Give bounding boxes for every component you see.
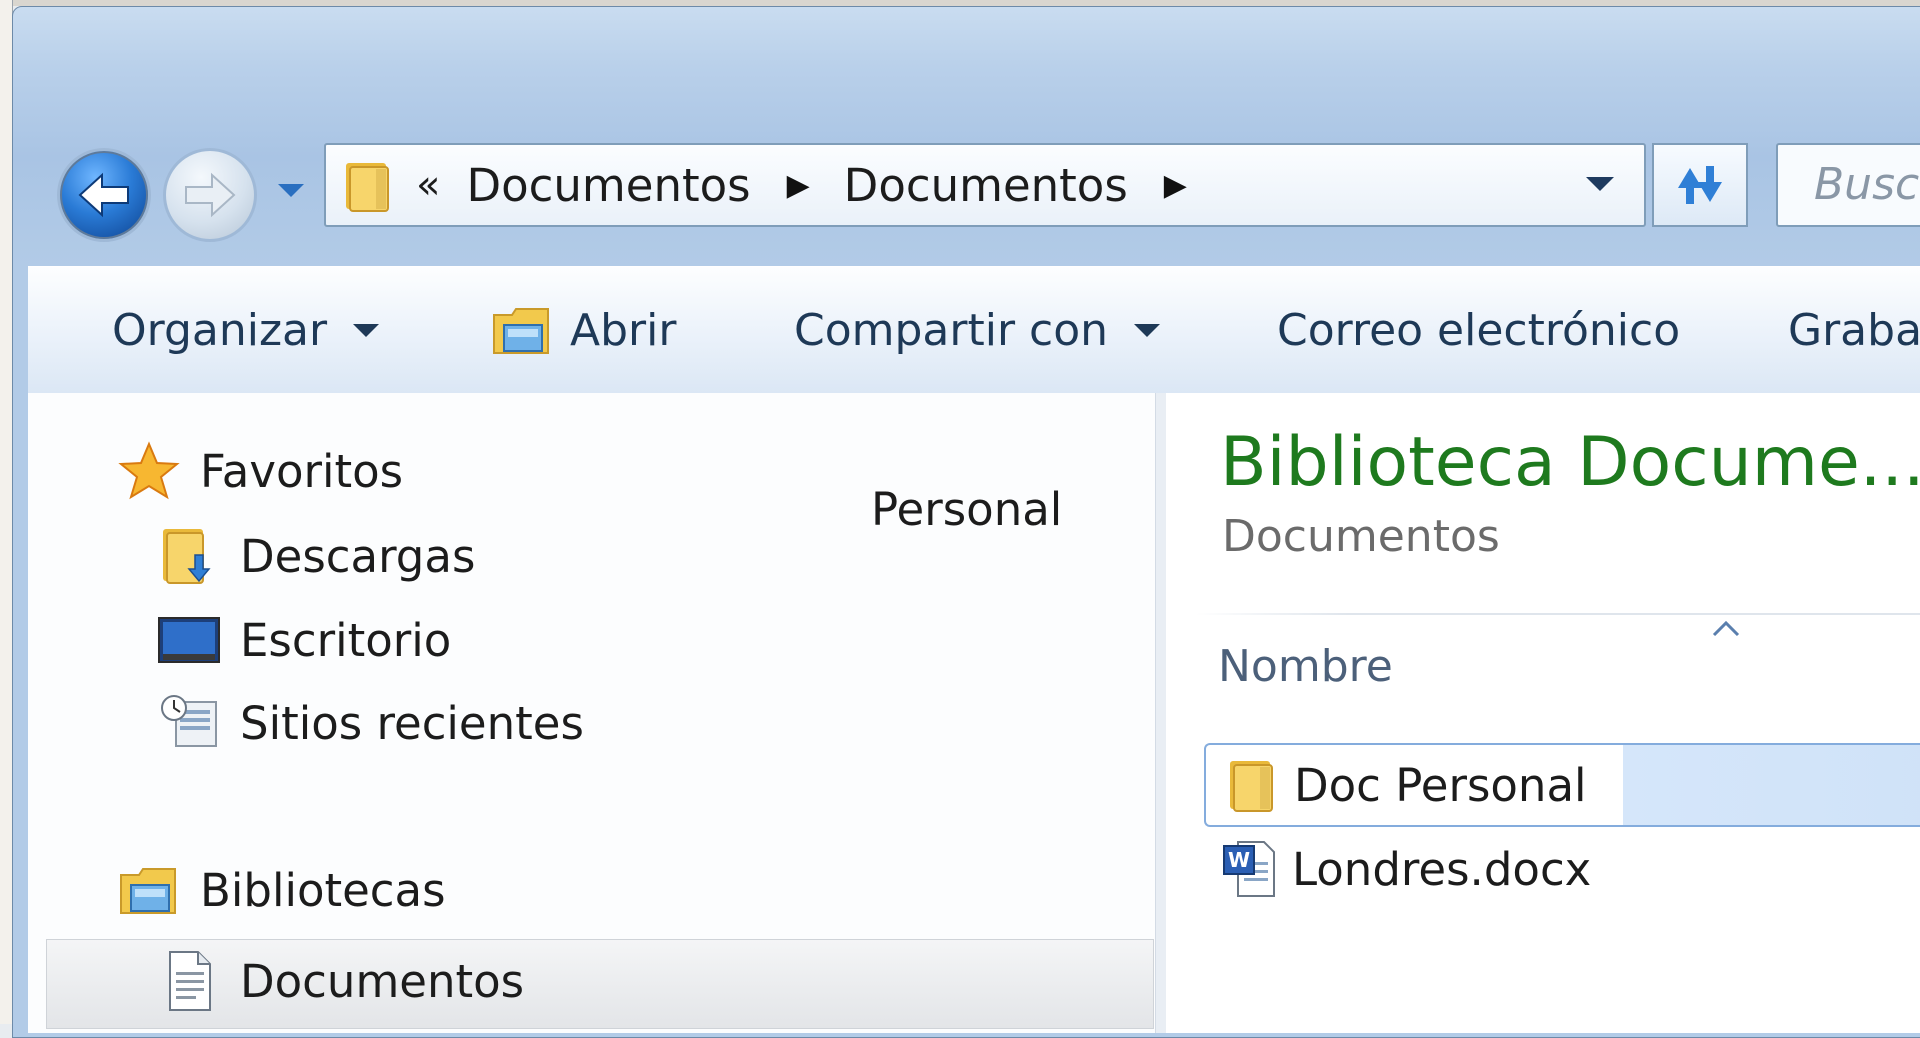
share-with-label: Compartir con <box>794 304 1109 356</box>
floating-label-personal: Personal <box>871 483 1063 536</box>
file-row-londres[interactable]: W Londres.docx <box>1204 827 1920 911</box>
sidebar-item-libraries[interactable]: Bibliotecas <box>116 857 446 923</box>
content-pane: Biblioteca Docume... Documentos Nombre D… <box>1166 393 1920 1033</box>
email-label: Correo electrónico <box>1277 304 1681 356</box>
breadcrumb-overflow[interactable]: « <box>416 162 441 208</box>
sidebar-item-documents[interactable]: Documentos <box>156 948 524 1014</box>
sidebar-item-label: Escritorio <box>240 613 452 667</box>
sidebar-item-label: Sitios recientes <box>240 696 584 750</box>
refresh-icon <box>1678 166 1722 204</box>
back-arrow-icon <box>78 172 129 218</box>
file-name: Doc Personal <box>1294 758 1587 812</box>
header-divider <box>1196 613 1920 615</box>
recent-places-icon <box>156 690 222 756</box>
share-with-button[interactable]: Compartir con <box>794 267 1161 393</box>
search-placeholder: Busca <box>1814 159 1920 210</box>
library-title: Biblioteca Docume... <box>1220 423 1920 502</box>
recent-pages-dropdown[interactable] <box>274 174 308 208</box>
sidebar-item-desktop[interactable]: Escritorio <box>156 607 451 673</box>
organize-button[interactable]: Organizar <box>112 267 380 393</box>
chevron-down-icon <box>278 184 304 197</box>
pane-splitter[interactable] <box>1155 393 1166 1033</box>
folder-icon <box>1220 753 1284 817</box>
sidebar-item-label: Descargas <box>240 529 476 583</box>
sort-ascending-icon <box>1712 620 1740 641</box>
search-input[interactable]: Busca <box>1776 143 1920 227</box>
burn-label: Grabar <box>1788 304 1920 356</box>
sidebar-item-downloads[interactable]: Descargas <box>156 523 475 589</box>
desktop-icon <box>156 607 222 673</box>
sidebar-item-label: Documentos <box>240 954 525 1008</box>
library-subtitle: Documentos <box>1222 511 1500 562</box>
forward-arrow-icon <box>185 172 236 218</box>
breadcrumb-item-documentos-1[interactable]: Documentos <box>466 159 750 212</box>
chevron-down-icon <box>1134 323 1161 337</box>
sidebar-item-label: Favoritos <box>200 444 404 498</box>
email-button[interactable]: Correo electrónico <box>1277 267 1680 393</box>
forward-button[interactable] <box>163 148 257 242</box>
downloads-folder-icon <box>156 523 222 589</box>
address-bar[interactable]: « Documentos ▶ Documentos ▶ <box>324 143 1646 227</box>
address-dropdown-icon[interactable] <box>1584 175 1616 197</box>
word-document-icon: W <box>1218 837 1282 901</box>
burn-button[interactable]: Grabar <box>1788 267 1920 393</box>
file-row-doc-personal[interactable]: Doc Personal <box>1204 743 1920 827</box>
file-name: Londres.docx <box>1292 842 1592 896</box>
sidebar-item-favorites[interactable]: Favoritos <box>116 438 403 504</box>
chevron-down-icon <box>353 323 380 337</box>
document-library-icon <box>156 948 222 1014</box>
command-toolbar: Organizar Abrir Compartir con Correo ele… <box>28 266 1920 394</box>
back-button[interactable] <box>57 148 151 242</box>
refresh-button[interactable] <box>1652 143 1748 227</box>
breadcrumb-separator-icon[interactable]: ▶ <box>787 168 810 203</box>
svg-text:W: W <box>1228 848 1250 872</box>
navigation-pane: Personal Favoritos Descargas Escritorio <box>28 393 1155 1033</box>
open-button[interactable]: Abrir <box>490 267 676 393</box>
libraries-icon <box>116 857 182 923</box>
sidebar-item-recent-places[interactable]: Sitios recientes <box>156 690 584 756</box>
folder-icon <box>342 159 394 217</box>
breadcrumb: « Documentos ▶ Documentos ▶ <box>416 145 1221 225</box>
sidebar-item-label: Bibliotecas <box>200 863 446 917</box>
organize-label: Organizar <box>112 304 328 356</box>
breadcrumb-item-documentos-2[interactable]: Documentos <box>844 159 1128 212</box>
open-label: Abrir <box>570 304 677 356</box>
library-folder-icon <box>493 308 549 354</box>
star-icon <box>116 438 182 504</box>
breadcrumb-separator-icon[interactable]: ▶ <box>1164 168 1187 203</box>
column-header-name[interactable]: Nombre <box>1218 641 1393 692</box>
